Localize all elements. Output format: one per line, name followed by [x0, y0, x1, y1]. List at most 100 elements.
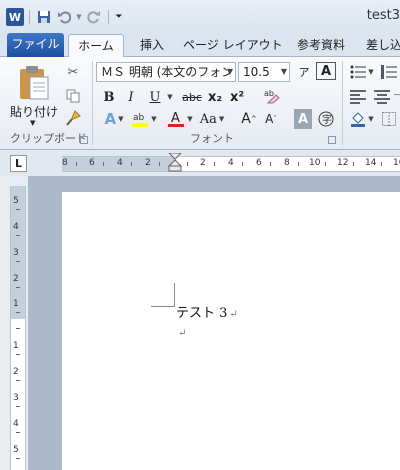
numbering-icon[interactable]: [378, 62, 400, 82]
format-painter-icon[interactable]: [64, 109, 82, 127]
ruler-tick: [353, 162, 354, 166]
ruler-tick: [16, 380, 20, 381]
ruler-tick: [16, 354, 20, 355]
enclose-characters-icon[interactable]: 字: [316, 109, 336, 129]
tab-references[interactable]: 参考資料: [290, 34, 352, 57]
ruler-number: 3: [13, 248, 19, 258]
ruler-tick: [16, 235, 20, 236]
ruler-number: 4: [228, 158, 234, 168]
svg-text:ab: ab: [264, 89, 274, 98]
customize-qat-icon[interactable]: ⏷: [114, 8, 124, 26]
paste-button[interactable]: 貼り付け ▼: [10, 61, 58, 131]
ruler-tick: [214, 162, 215, 166]
group-separator: [92, 61, 93, 145]
undo-icon[interactable]: [55, 8, 73, 26]
paragraph-1[interactable]: テスト 3 ↵: [176, 302, 238, 321]
subscript-button[interactable]: x₂: [206, 87, 224, 107]
title-bar: W ▼ ⏷ test3: [0, 0, 400, 33]
character-shading-button[interactable]: A: [294, 109, 312, 129]
ribbon-tabs: ファイル ホーム 挿入 ページ レイアウト 参考資料 差し込: [0, 33, 400, 59]
paragraph-text: テスト 3: [176, 306, 228, 321]
ruler-bar: L 8 6 4 2 2 4 6 8 10 12 14 16: [0, 150, 400, 176]
tab-mailings[interactable]: 差し込: [366, 34, 400, 57]
phonetic-guide-icon[interactable]: ア: [294, 62, 314, 82]
paragraph-mark-icon: ↵: [178, 328, 187, 339]
font-dialog-launcher-icon[interactable]: [328, 136, 336, 144]
cut-icon[interactable]: ✂: [64, 63, 82, 81]
grow-font-button[interactable]: A ^: [240, 109, 258, 129]
ruler-tick: [16, 458, 20, 459]
tab-page-layout[interactable]: ページ レイアウト: [183, 34, 283, 57]
character-border-icon[interactable]: A: [316, 62, 336, 80]
document-canvas[interactable]: テスト 3 ↵ ↵: [28, 176, 400, 470]
font-group-label: フォント: [190, 132, 234, 145]
ruler-tick: [270, 162, 271, 166]
ruler-number: 4: [13, 222, 19, 232]
ruler-tick: [16, 209, 20, 210]
vertical-ruler[interactable]: 5 4 3 2 1 1 2 3 4 5: [10, 186, 26, 470]
underline-button[interactable]: U: [146, 87, 164, 107]
clipboard-group-label: クリップボード: [10, 132, 87, 145]
undo-dropdown-icon[interactable]: ▼: [75, 8, 83, 26]
highlight-icon[interactable]: ab ▼: [130, 109, 158, 129]
svg-text:A: A: [171, 111, 180, 126]
underline-dropdown-icon[interactable]: ▼: [164, 87, 174, 107]
align-right-icon[interactable]: [394, 87, 400, 107]
ruler-number: 4: [117, 158, 123, 168]
change-case-button[interactable]: Aa ▼: [198, 109, 226, 129]
clear-formatting-icon[interactable]: ab: [262, 85, 282, 105]
ruler-number: 6: [89, 158, 95, 168]
align-left-icon[interactable]: [348, 87, 368, 107]
save-icon[interactable]: [35, 8, 53, 26]
tab-selector[interactable]: L: [10, 155, 27, 172]
clipboard-icon: [20, 66, 49, 100]
font-size-combo[interactable]: 10.5 ▼: [238, 62, 290, 82]
font-name-combo[interactable]: ＭＳ 明朝 (本文のフォン ▼: [96, 62, 236, 82]
word-app-icon[interactable]: W: [6, 8, 24, 26]
tab-home[interactable]: ホーム: [68, 34, 124, 59]
copy-icon[interactable]: [64, 87, 82, 105]
ruler-number: 1: [13, 299, 19, 309]
margin-corner-mark: [151, 283, 175, 307]
paste-dropdown-icon: ▼: [30, 119, 36, 127]
ruler-tick: [103, 162, 104, 166]
ruler-number: 2: [13, 367, 19, 377]
ruler-tick: [325, 162, 326, 166]
group-separator: [342, 61, 343, 145]
clipboard-dialog-launcher-icon[interactable]: [80, 136, 88, 144]
svg-text:ab: ab: [133, 113, 145, 123]
redo-icon[interactable]: [85, 8, 103, 26]
align-center-icon[interactable]: [372, 87, 392, 107]
ruler-tick: [381, 162, 382, 166]
bold-button[interactable]: B: [100, 87, 118, 107]
ruler-number: 2: [145, 158, 151, 168]
bullets-icon[interactable]: ▼: [348, 62, 376, 82]
qat-separator: [108, 10, 109, 24]
ruler-tick: [159, 162, 160, 166]
chevron-down-icon: ▼: [226, 67, 233, 76]
indent-marker-icon[interactable]: [168, 153, 182, 173]
superscript-button[interactable]: x²: [228, 87, 246, 107]
strikethrough-button[interactable]: abc: [180, 87, 204, 107]
horizontal-ruler[interactable]: 8 6 4 2 2 4 6 8 10 12 14 16: [62, 153, 400, 173]
shading-icon[interactable]: ▼: [348, 109, 376, 129]
ruler-tick: [76, 162, 77, 166]
text-effects-icon[interactable]: A ▼: [100, 109, 128, 129]
ruler-number: 5: [13, 196, 19, 206]
ruler-number: 8: [62, 158, 68, 168]
ruler-number: 8: [284, 158, 290, 168]
paragraph-2[interactable]: ↵: [176, 325, 186, 340]
borders-icon[interactable]: [378, 109, 400, 129]
tab-insert[interactable]: 挿入: [134, 34, 170, 57]
ruler-tick: [16, 432, 20, 433]
shrink-font-button[interactable]: Aˇ: [262, 109, 280, 129]
font-color-icon[interactable]: A ▼: [166, 109, 194, 129]
tab-file[interactable]: ファイル: [7, 33, 64, 57]
italic-button[interactable]: I: [122, 87, 140, 107]
quick-access-toolbar: W ▼ ⏷: [6, 8, 124, 26]
font-name-value: ＭＳ 明朝 (本文のフォン: [101, 65, 234, 79]
document-page[interactable]: テスト 3 ↵ ↵: [62, 192, 400, 470]
ruler-number: 14: [365, 158, 377, 168]
ruler-number: 4: [13, 419, 19, 429]
ribbon-home: 貼り付け ▼ ✂ クリップボード ＭＳ 明朝 (本文のフォン ▼ 10.5 ▼ …: [0, 57, 400, 150]
